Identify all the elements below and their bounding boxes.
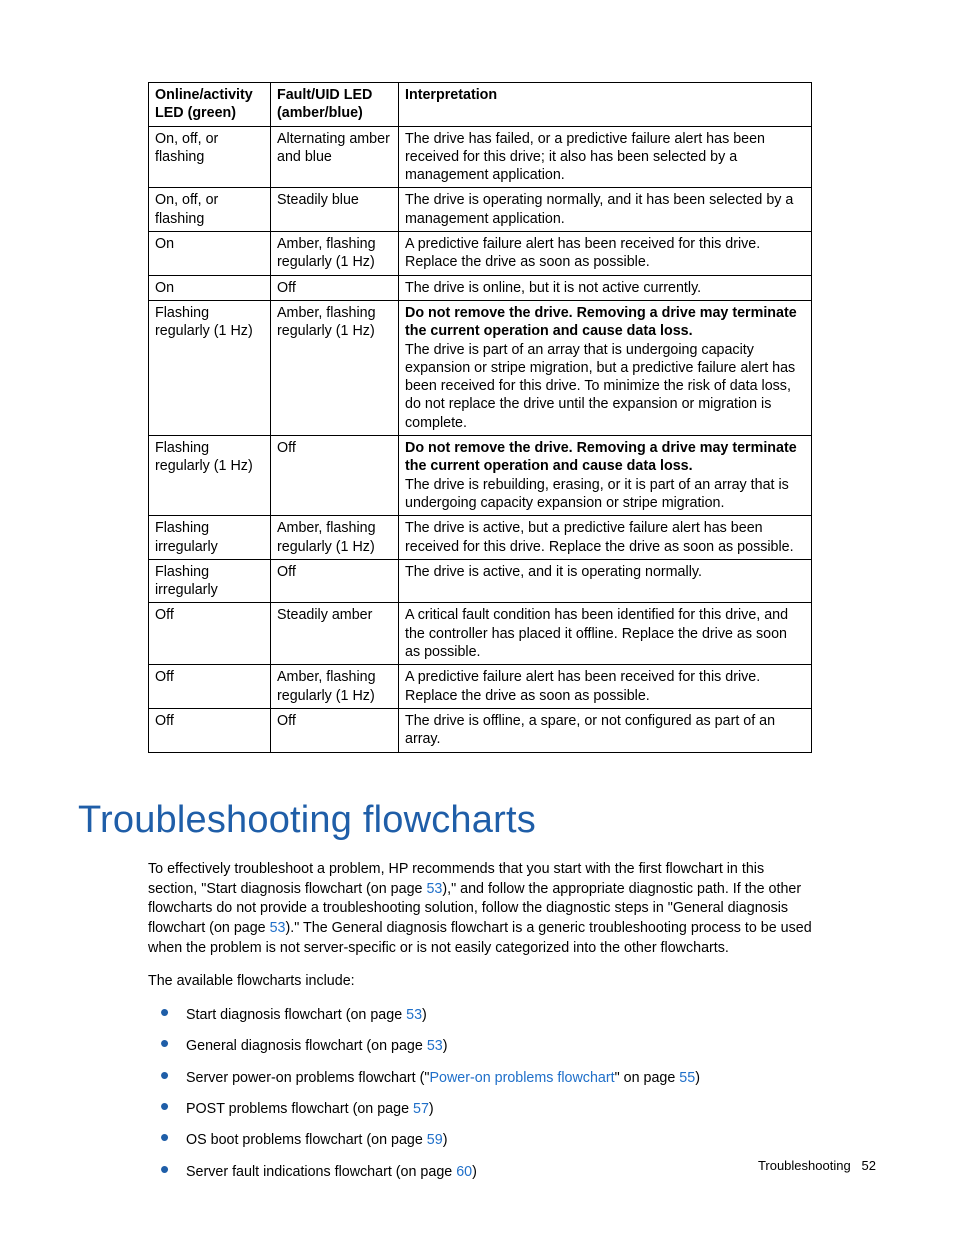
cell-online: Off <box>149 665 271 709</box>
cell-online: On <box>149 232 271 276</box>
text-fragment: General diagnosis flowchart (on page <box>186 1038 427 1054</box>
cell-fault: Amber, flashing regularly (1 Hz) <box>271 516 399 560</box>
table-row: On Amber, flashing regularly (1 Hz) A pr… <box>149 232 812 276</box>
text-fragment: ) <box>472 1164 477 1180</box>
list-item: General diagnosis flowchart (on page 53) <box>182 1037 812 1056</box>
table-row: Off Amber, flashing regularly (1 Hz) A p… <box>149 665 812 709</box>
text-fragment: " on page <box>615 1070 680 1086</box>
table-row: Flashing regularly (1 Hz) Off Do not rem… <box>149 436 812 516</box>
footer-page-number: 52 <box>862 1158 876 1173</box>
text-fragment: ) <box>422 1007 427 1023</box>
cell-interp: The drive is active, but a predictive fa… <box>399 516 812 560</box>
text-fragment: Server power-on problems flowchart (" <box>186 1070 429 1086</box>
section-heading: Troubleshooting flowcharts <box>78 795 876 846</box>
text-fragment: Server fault indications flowchart (on p… <box>186 1164 456 1180</box>
cell-online: On, off, or flashing <box>149 188 271 232</box>
led-table: Online/activity LED (green) Fault/UID LE… <box>148 82 812 753</box>
cell-fault: Off <box>271 436 399 516</box>
cell-fault: Off <box>271 559 399 603</box>
cell-fault: Amber, flashing regularly (1 Hz) <box>271 665 399 709</box>
cell-online: Flashing irregularly <box>149 559 271 603</box>
body-text: To effectively troubleshoot a problem, H… <box>148 860 812 1182</box>
page-link-59[interactable]: 59 <box>427 1132 443 1148</box>
cell-online: Off <box>149 603 271 665</box>
table-row: Flashing irregularly Off The drive is ac… <box>149 559 812 603</box>
table-row: Off Off The drive is offline, a spare, o… <box>149 708 812 752</box>
warning-rest: The drive is part of an array that is un… <box>405 342 795 431</box>
table-row: Flashing irregularly Amber, flashing reg… <box>149 516 812 560</box>
table-row: On, off, or flashing Steadily blue The d… <box>149 188 812 232</box>
page: Online/activity LED (green) Fault/UID LE… <box>0 0 954 1235</box>
link-power-on-problems[interactable]: Power-on problems flowchart <box>429 1070 614 1086</box>
cell-interp: The drive is online, but it is not activ… <box>399 275 812 300</box>
page-link-53[interactable]: 53 <box>426 881 442 897</box>
flowchart-list: Start diagnosis flowchart (on page 53) G… <box>148 1006 812 1182</box>
table-row: On, off, or flashing Alternating amber a… <box>149 126 812 188</box>
cell-online: Flashing irregularly <box>149 516 271 560</box>
intro-paragraph-2: The available flowcharts include: <box>148 972 812 992</box>
cell-fault: Off <box>271 275 399 300</box>
text-fragment: POST problems flowchart (on page <box>186 1101 413 1117</box>
page-link-53[interactable]: 53 <box>406 1007 422 1023</box>
page-link-60[interactable]: 60 <box>456 1164 472 1180</box>
text-fragment: ) <box>695 1070 700 1086</box>
cell-interp: The drive has failed, or a predictive fa… <box>399 126 812 188</box>
warning-bold: Do not remove the drive. Removing a driv… <box>405 440 797 474</box>
table-row: On Off The drive is online, but it is no… <box>149 275 812 300</box>
text-fragment: OS boot problems flowchart (on page <box>186 1132 427 1148</box>
cell-interp: Do not remove the drive. Removing a driv… <box>399 436 812 516</box>
text-fragment: Start diagnosis flowchart (on page <box>186 1007 406 1023</box>
header-col1: Online/activity LED (green) <box>149 83 271 127</box>
list-item: POST problems flowchart (on page 57) <box>182 1100 812 1119</box>
footer-section-label: Troubleshooting <box>758 1158 851 1173</box>
page-link-57[interactable]: 57 <box>413 1101 429 1117</box>
text-fragment: ) <box>429 1101 434 1117</box>
page-link-53[interactable]: 53 <box>427 1038 443 1054</box>
list-item: Server power-on problems flowchart ("Pow… <box>182 1069 812 1088</box>
cell-interp: The drive is offline, a spare, or not co… <box>399 708 812 752</box>
cell-fault: Off <box>271 708 399 752</box>
page-link-53[interactable]: 53 <box>270 920 286 936</box>
cell-online: Flashing regularly (1 Hz) <box>149 436 271 516</box>
text-fragment: ) <box>443 1132 448 1148</box>
cell-interp: The drive is operating normally, and it … <box>399 188 812 232</box>
cell-fault: Amber, flashing regularly (1 Hz) <box>271 300 399 435</box>
intro-paragraph-1: To effectively troubleshoot a problem, H… <box>148 860 812 959</box>
cell-online: On, off, or flashing <box>149 126 271 188</box>
cell-interp: The drive is active, and it is operating… <box>399 559 812 603</box>
table-row: Off Steadily amber A critical fault cond… <box>149 603 812 665</box>
page-link-55[interactable]: 55 <box>679 1070 695 1086</box>
table-row: Flashing regularly (1 Hz) Amber, flashin… <box>149 300 812 435</box>
cell-fault: Steadily amber <box>271 603 399 665</box>
cell-online: On <box>149 275 271 300</box>
cell-online: Flashing regularly (1 Hz) <box>149 300 271 435</box>
cell-fault: Alternating amber and blue <box>271 126 399 188</box>
cell-interp: A predictive failure alert has been rece… <box>399 232 812 276</box>
list-item: OS boot problems flowchart (on page 59) <box>182 1131 812 1150</box>
table-header-row: Online/activity LED (green) Fault/UID LE… <box>149 83 812 127</box>
cell-interp: Do not remove the drive. Removing a driv… <box>399 300 812 435</box>
cell-interp: A critical fault condition has been iden… <box>399 603 812 665</box>
header-col2: Fault/UID LED (amber/blue) <box>271 83 399 127</box>
cell-fault: Steadily blue <box>271 188 399 232</box>
warning-bold: Do not remove the drive. Removing a driv… <box>405 305 797 339</box>
page-footer: Troubleshooting 52 <box>758 1157 876 1175</box>
cell-interp: A predictive failure alert has been rece… <box>399 665 812 709</box>
cell-online: Off <box>149 708 271 752</box>
warning-rest: The drive is rebuilding, erasing, or it … <box>405 477 789 511</box>
list-item: Start diagnosis flowchart (on page 53) <box>182 1006 812 1025</box>
header-col3: Interpretation <box>399 83 812 127</box>
text-fragment: ) <box>443 1038 448 1054</box>
list-item: Server fault indications flowchart (on p… <box>182 1163 812 1182</box>
cell-fault: Amber, flashing regularly (1 Hz) <box>271 232 399 276</box>
